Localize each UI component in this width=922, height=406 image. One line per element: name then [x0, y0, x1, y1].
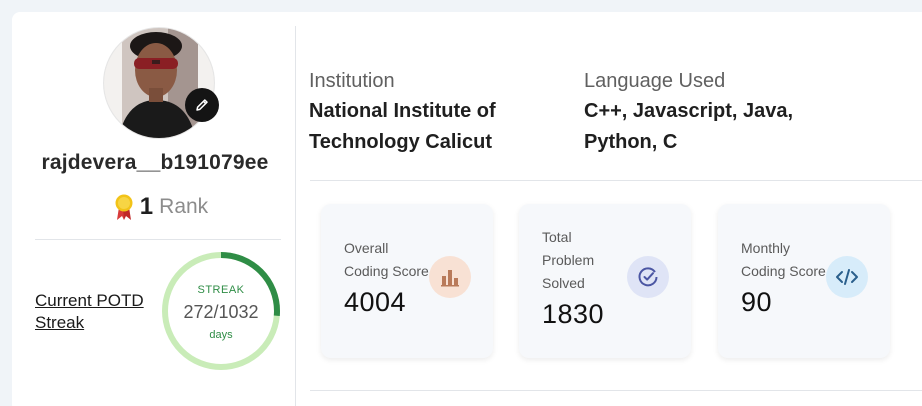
- stat-value: 4004: [344, 287, 407, 317]
- stat-card-monthly-coding-score: Monthly Coding Score 90: [718, 204, 890, 358]
- rank-row: 1 Rank: [0, 193, 322, 221]
- current-potd-streak-link[interactable]: Current POTD Streak: [35, 290, 165, 334]
- info-divider: [310, 180, 922, 181]
- language-value: C++, Javascript, Java, Python, C: [584, 100, 794, 153]
- stat-value: 90: [741, 287, 773, 317]
- check-circle-icon: [627, 256, 669, 298]
- stat-card-overall-coding-score: Overall Coding Score 4004: [321, 204, 493, 358]
- avatar-photo: [104, 28, 214, 138]
- avatar: [103, 27, 215, 139]
- rank-number: 1: [139, 193, 154, 220]
- streak-text: STREAK 272/1032 days: [160, 250, 282, 372]
- stat-value: 1830: [542, 299, 605, 329]
- streak-ring: STREAK 272/1032 days: [160, 250, 282, 372]
- bottom-divider: [310, 390, 922, 391]
- institution-value: National Institute of Technology Calicut: [309, 100, 496, 153]
- streak-label: STREAK: [197, 283, 245, 296]
- language-label: Language Used: [584, 70, 726, 92]
- edit-profile-button[interactable]: [185, 88, 219, 122]
- code-icon: [826, 256, 868, 298]
- streak-value: 272/1032: [183, 301, 259, 322]
- username: rajdevera__b191079ee: [41, 151, 269, 174]
- left-divider: [35, 239, 281, 240]
- rank-medal-icon: [115, 194, 133, 220]
- rank-label: Rank: [159, 195, 209, 218]
- stat-card-total-problem-solved: Total Problem Solved 1830: [519, 204, 691, 358]
- stat-label: Overall Coding Score: [344, 240, 429, 279]
- stat-label: Monthly Coding Score: [741, 240, 826, 279]
- bar-chart-icon: [429, 256, 471, 298]
- streak-unit: days: [209, 328, 233, 341]
- stat-label: Total Problem Solved: [542, 229, 595, 291]
- institution-label: Institution: [309, 70, 395, 92]
- avatar-container: [103, 27, 219, 139]
- pencil-icon: [196, 99, 208, 111]
